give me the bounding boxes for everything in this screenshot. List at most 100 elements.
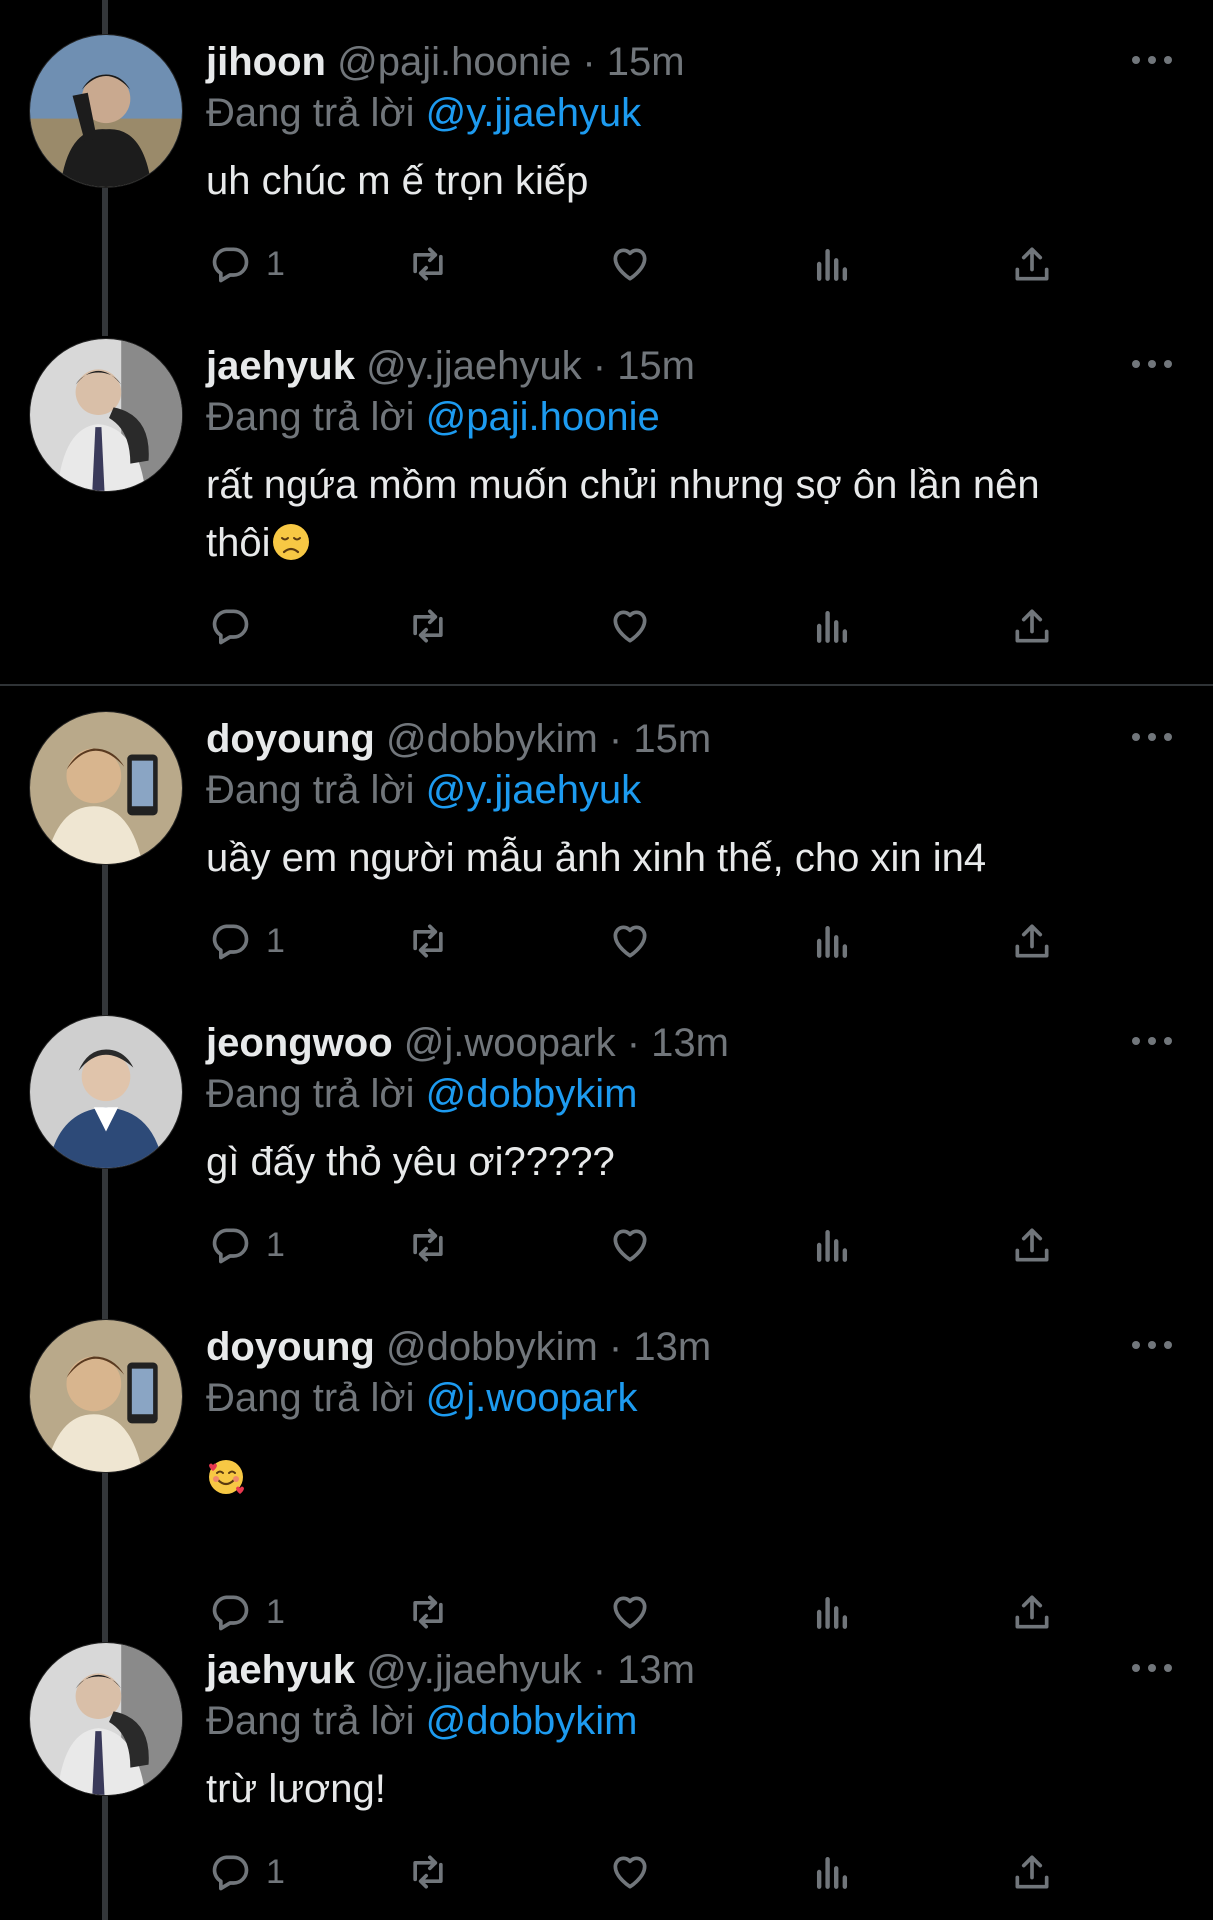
- tweet-text: trừ lương!: [206, 1767, 386, 1811]
- replying-to: Đang trả lời @y.jjaehyuk: [206, 766, 641, 814]
- display-name[interactable]: doyoung: [206, 717, 375, 761]
- views-button[interactable]: [810, 1842, 854, 1902]
- mention-link[interactable]: @dobbykim: [426, 1699, 638, 1743]
- mention-link[interactable]: @dobbykim: [426, 1072, 638, 1116]
- like-icon: [613, 248, 647, 281]
- display-name[interactable]: jihoon: [206, 40, 326, 84]
- retweet-icon: [413, 1855, 443, 1889]
- share-icon: [1015, 609, 1049, 643]
- share-button[interactable]: [1010, 1582, 1054, 1642]
- timestamp[interactable]: 15m: [633, 717, 711, 761]
- replying-to: Đang trả lời @dobbykim: [206, 1697, 637, 1745]
- like-icon: [613, 1229, 647, 1262]
- retweet-button[interactable]: [406, 234, 450, 294]
- display-name[interactable]: doyoung: [206, 1325, 375, 1369]
- display-name[interactable]: jaehyuk: [206, 344, 355, 388]
- user-handle[interactable]: @j.woopark: [404, 1021, 616, 1065]
- reply-button[interactable]: 1: [208, 1842, 285, 1902]
- thread-line: [102, 1168, 108, 1322]
- retweet-button[interactable]: [406, 1215, 450, 1275]
- share-icon: [1015, 1595, 1049, 1629]
- mention-link[interactable]: @y.jjaehyuk: [426, 768, 642, 812]
- views-button[interactable]: [810, 911, 854, 971]
- tweet-header: doyoung @dobbykim · 15m: [206, 715, 711, 763]
- views-button[interactable]: [810, 596, 854, 656]
- tweet-text-content: rất ngứa mồm muốn chửi nhưng sợ ôn lần n…: [206, 463, 1040, 565]
- tweet-header: doyoung @dobbykim · 13m: [206, 1323, 711, 1371]
- views-button[interactable]: [810, 1582, 854, 1642]
- share-button[interactable]: [1010, 1842, 1054, 1902]
- separator-dot: ·: [608, 1325, 623, 1369]
- avatar[interactable]: [29, 338, 183, 492]
- more-icon[interactable]: [1130, 352, 1174, 376]
- avatar[interactable]: [29, 34, 183, 188]
- user-handle[interactable]: @paji.hoonie: [337, 40, 571, 84]
- reply-icon: [212, 1228, 249, 1264]
- thread-line: [102, 1472, 108, 1646]
- separator-dot: ·: [592, 1648, 607, 1692]
- timestamp[interactable]: 13m: [633, 1325, 711, 1369]
- reply-count: 1: [266, 244, 285, 283]
- avatar[interactable]: [29, 1642, 183, 1796]
- reply-button[interactable]: 1: [208, 234, 285, 294]
- reply-icon: [212, 247, 249, 283]
- retweet-button[interactable]: [406, 1582, 450, 1642]
- tweet-header: jaehyuk @y.jjaehyuk · 15m: [206, 342, 695, 390]
- avatar[interactable]: [29, 1319, 183, 1473]
- retweet-button[interactable]: [406, 596, 450, 656]
- like-button[interactable]: [608, 1215, 652, 1275]
- views-icon: [816, 925, 848, 958]
- user-handle[interactable]: @y.jjaehyuk: [366, 1648, 582, 1692]
- replying-to: Đang trả lời @j.woopark: [206, 1374, 637, 1422]
- like-button[interactable]: [608, 596, 652, 656]
- user-handle[interactable]: @dobbykim: [386, 717, 598, 761]
- share-button[interactable]: [1010, 911, 1054, 971]
- like-button[interactable]: [608, 911, 652, 971]
- display-name[interactable]: jaehyuk: [206, 1648, 355, 1692]
- display-name[interactable]: jeongwoo: [206, 1021, 393, 1065]
- reply-button[interactable]: [208, 596, 266, 656]
- reply-icon: [212, 609, 249, 645]
- avatar[interactable]: [29, 1015, 183, 1169]
- thread-line: [102, 1796, 108, 1920]
- reply-button[interactable]: 1: [208, 1582, 285, 1642]
- timestamp[interactable]: 15m: [607, 40, 685, 84]
- more-icon[interactable]: [1130, 1333, 1174, 1357]
- avatar[interactable]: [29, 711, 183, 865]
- more-icon[interactable]: [1130, 48, 1174, 72]
- thread-divider: [0, 684, 1213, 686]
- more-icon[interactable]: [1130, 1656, 1174, 1680]
- like-button[interactable]: [608, 1842, 652, 1902]
- reply-button[interactable]: 1: [208, 1215, 285, 1275]
- views-button[interactable]: [810, 1215, 854, 1275]
- timestamp[interactable]: 15m: [617, 344, 695, 388]
- retweet-icon: [413, 1228, 443, 1262]
- share-button[interactable]: [1010, 1215, 1054, 1275]
- user-handle[interactable]: @dobbykim: [386, 1325, 598, 1369]
- thread-line: [102, 186, 108, 336]
- views-button[interactable]: [810, 234, 854, 294]
- retweet-button[interactable]: [406, 1842, 450, 1902]
- separator-dot: ·: [582, 40, 596, 84]
- share-button[interactable]: [1010, 234, 1054, 294]
- retweet-icon: [413, 247, 443, 281]
- like-button[interactable]: [608, 234, 652, 294]
- more-icon[interactable]: [1130, 725, 1174, 749]
- share-button[interactable]: [1010, 596, 1054, 656]
- mention-link[interactable]: @j.woopark: [426, 1376, 638, 1420]
- like-button[interactable]: [608, 1582, 652, 1642]
- share-icon: [1015, 1855, 1049, 1889]
- more-icon[interactable]: [1130, 1029, 1174, 1053]
- tweet-text: uầy em người mẫu ảnh xinh thế, cho xin i…: [206, 836, 987, 880]
- timestamp[interactable]: 13m: [651, 1021, 729, 1065]
- action-bar: 1: [206, 1215, 1086, 1275]
- retweet-button[interactable]: [406, 911, 450, 971]
- reply-button[interactable]: 1: [208, 911, 285, 971]
- user-handle[interactable]: @y.jjaehyuk: [366, 344, 582, 388]
- timestamp[interactable]: 13m: [617, 1648, 695, 1692]
- mention-link[interactable]: @y.jjaehyuk: [426, 91, 642, 135]
- retweet-icon: [413, 924, 443, 958]
- share-icon: [1015, 1228, 1049, 1262]
- like-icon: [613, 925, 647, 958]
- mention-link[interactable]: @paji.hoonie: [426, 395, 660, 439]
